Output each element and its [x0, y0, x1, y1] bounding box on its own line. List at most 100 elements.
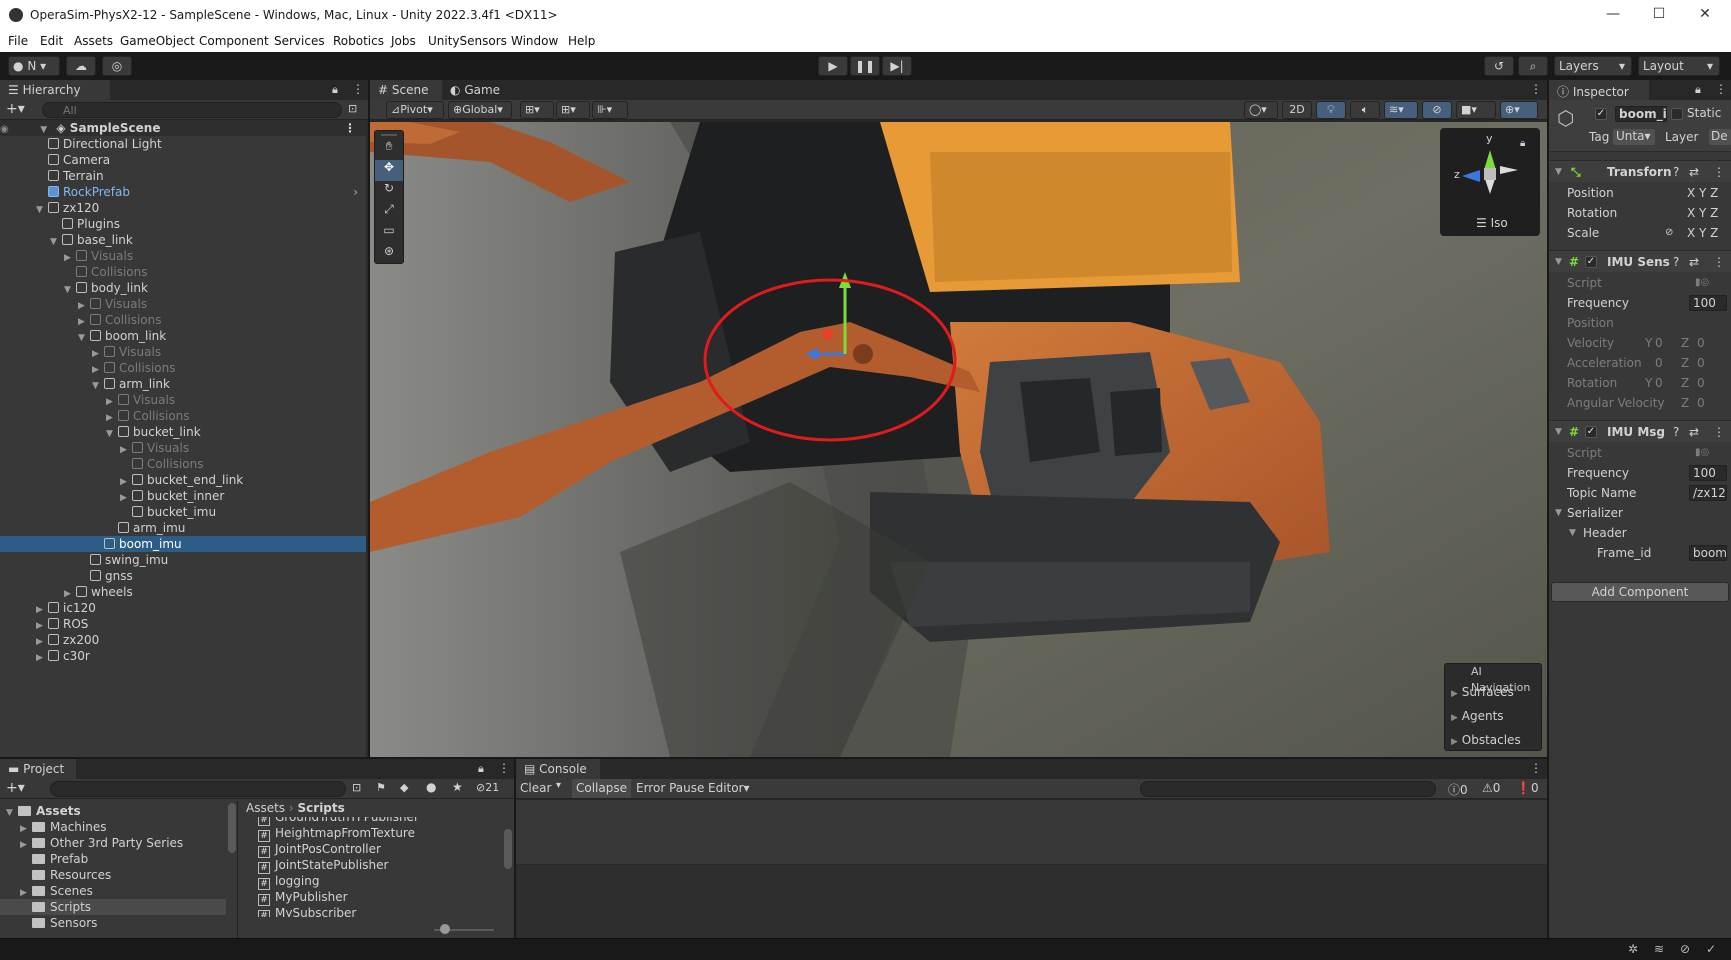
cloud-button[interactable]: ☁: [66, 56, 96, 76]
search-by-type-icon[interactable]: ⊡: [352, 781, 361, 794]
kebab-menu-icon[interactable]: ⋮: [352, 82, 364, 96]
hand-tool-icon[interactable]: ✋︎: [375, 139, 403, 160]
add-object-button[interactable]: +▾: [6, 101, 25, 117]
snap-grid-button[interactable]: ⊞▾: [520, 101, 554, 119]
menu-edit[interactable]: Edit: [40, 34, 63, 48]
menu-robotics[interactable]: Robotics: [333, 34, 384, 48]
menu-services[interactable]: Services: [274, 34, 325, 48]
kebab-menu-icon[interactable]: ⋮: [1713, 251, 1725, 273]
static-checkbox[interactable]: [1671, 108, 1683, 120]
hierarchy-item[interactable]: ▼ boom_link: [0, 328, 366, 344]
hierarchy-item[interactable]: boom_imu: [0, 536, 366, 552]
hierarchy-item[interactable]: ▶ Visuals: [0, 344, 366, 360]
files-scrollbar[interactable]: [504, 829, 512, 869]
global-dropdown[interactable]: ⊕Global▾: [448, 101, 512, 119]
close-icon[interactable]: ✕: [1682, 6, 1728, 22]
increment-snap-button[interactable]: ⊪▾: [592, 101, 628, 119]
hierarchy-item[interactable]: ▶ Collisions: [0, 408, 366, 424]
pivot-dropdown[interactable]: ⊿Pivot▾: [386, 101, 444, 119]
topic-field[interactable]: /zx12: [1689, 485, 1727, 501]
active-checkbox[interactable]: ✓: [1595, 108, 1607, 120]
hierarchy-item[interactable]: bucket_imu: [0, 504, 366, 520]
menu-help[interactable]: Help: [568, 34, 595, 48]
scene-root-row[interactable]: ◉ ▼ ◈ SampleScene ⋮: [0, 120, 366, 136]
project-folder-item[interactable]: ▼ Assets: [0, 803, 226, 819]
script-object-icon[interactable]: ▮◎: [1695, 444, 1709, 462]
preset-icon[interactable]: ⇄: [1689, 421, 1699, 443]
menu-jobs[interactable]: Jobs: [391, 34, 416, 48]
maximize-icon[interactable]: ☐: [1636, 6, 1682, 22]
object-name-field[interactable]: boom_i: [1615, 106, 1667, 122]
preset-icon[interactable]: ⇄: [1689, 251, 1699, 273]
step-button[interactable]: ▶|: [882, 56, 912, 76]
layer-dropdown[interactable]: De: [1709, 129, 1731, 145]
tab-game[interactable]: ◐ Game: [442, 80, 512, 100]
orientation-gizmo[interactable]: y z 🔒︎ ☰ Iso: [1440, 128, 1540, 236]
error-count-toggle[interactable]: ❗0: [1516, 781, 1539, 795]
project-folder-item[interactable]: ▶ Machines: [0, 819, 226, 835]
transform-tool-icon[interactable]: ⊛: [375, 244, 403, 265]
hierarchy-item[interactable]: Terrain: [0, 168, 366, 184]
help-icon[interactable]: ?: [1673, 251, 1679, 273]
layers-dropdown[interactable]: Layers ▾: [1554, 56, 1632, 76]
pause-button[interactable]: ❚❚: [850, 56, 880, 76]
preset-icon[interactable]: ⇄: [1689, 161, 1699, 183]
menu-component[interactable]: Component: [199, 34, 269, 48]
script-object-icon[interactable]: ▮◎: [1695, 274, 1709, 292]
favorite-icon[interactable]: ★: [452, 780, 463, 794]
menu-window[interactable]: Window: [511, 34, 558, 48]
effects-dropdown[interactable]: ≋▾: [1384, 101, 1418, 119]
transform-header[interactable]: ▼ ⤡ Transforn ? ⇄ ⋮: [1549, 160, 1731, 182]
hierarchy-item[interactable]: gnss: [0, 568, 366, 584]
hierarchy-item[interactable]: ▼ bucket_link: [0, 424, 366, 440]
frequency-field[interactable]: 100: [1689, 465, 1727, 481]
hierarchy-item[interactable]: Camera: [0, 152, 366, 168]
kebab-menu-icon[interactable]: ⋮: [1715, 82, 1727, 96]
lock-icon[interactable]: 🔒︎: [478, 762, 484, 776]
clear-options-dropdown[interactable]: ▾: [556, 780, 561, 791]
hierarchy-item[interactable]: ▶ Visuals: [0, 248, 366, 264]
move-tool-icon[interactable]: ✥: [375, 160, 403, 181]
tab-hierarchy[interactable]: ☰ Hierarchy: [0, 80, 110, 100]
layout-dropdown[interactable]: Layout ▾: [1638, 56, 1720, 76]
menu-gameobject[interactable]: GameObject: [120, 34, 195, 48]
menu-assets[interactable]: Assets: [74, 34, 113, 48]
hierarchy-item[interactable]: ▼ body_link: [0, 280, 366, 296]
kebab-menu-icon[interactable]: ⋮: [1713, 421, 1725, 443]
imu-msg-enabled-checkbox[interactable]: ✓: [1585, 426, 1597, 438]
hierarchy-item[interactable]: ▶ Collisions: [0, 360, 366, 376]
editor-dropdown[interactable]: Editor▾: [708, 781, 750, 795]
script-file-item[interactable]: # logging: [258, 873, 319, 890]
hierarchy-item[interactable]: Collisions: [0, 456, 366, 472]
add-component-button[interactable]: Add Component: [1551, 582, 1729, 602]
header-row[interactable]: ▼ Header: [1549, 524, 1731, 542]
log-count-toggle[interactable]: ⓘ0: [1448, 781, 1468, 798]
check-circle-icon[interactable]: ✓: [1706, 942, 1716, 956]
network-off-icon[interactable]: ⊘: [1680, 942, 1690, 956]
collab-button[interactable]: ◎: [102, 56, 132, 76]
lock-icon[interactable]: 🔒︎: [1695, 83, 1701, 97]
hidden-objects-toggle[interactable]: ⊘: [1422, 101, 1452, 119]
grid-visibility-button[interactable]: ⊞▾: [556, 101, 590, 119]
hierarchy-item[interactable]: ▶ Visuals: [0, 296, 366, 312]
clear-button[interactable]: Clear: [520, 781, 551, 795]
iso-toggle[interactable]: ☰ Iso: [1476, 216, 1508, 230]
tab-scene[interactable]: # Scene: [370, 80, 442, 100]
warning-count-toggle[interactable]: ⚠0: [1482, 781, 1500, 795]
hierarchy-item[interactable]: ▼ arm_link: [0, 376, 366, 392]
script-file-item[interactable]: # GroundTruthTFPublisher: [258, 817, 419, 826]
account-dropdown[interactable]: ● N ▾: [8, 56, 60, 76]
error-pause-toggle[interactable]: Error Pause: [636, 781, 704, 795]
frequency-field[interactable]: 100: [1689, 295, 1727, 311]
hierarchy-item[interactable]: ▼ zx120: [0, 200, 366, 216]
rect-tool-icon[interactable]: ▭: [375, 223, 403, 244]
breadcrumb-scripts[interactable]: Scripts: [298, 801, 345, 815]
play-button[interactable]: ▶: [818, 56, 848, 76]
frame-id-field[interactable]: boom: [1689, 545, 1727, 561]
imu-sensor-enabled-checkbox[interactable]: ✓: [1585, 256, 1597, 268]
hierarchy-search-input[interactable]: [42, 102, 342, 118]
console-search-input[interactable]: [1140, 781, 1436, 797]
kebab-menu-icon[interactable]: ⋮: [1713, 161, 1725, 183]
script-file-item[interactable]: # JointPosController: [258, 841, 381, 858]
collapse-toggle[interactable]: Collapse: [572, 779, 631, 798]
